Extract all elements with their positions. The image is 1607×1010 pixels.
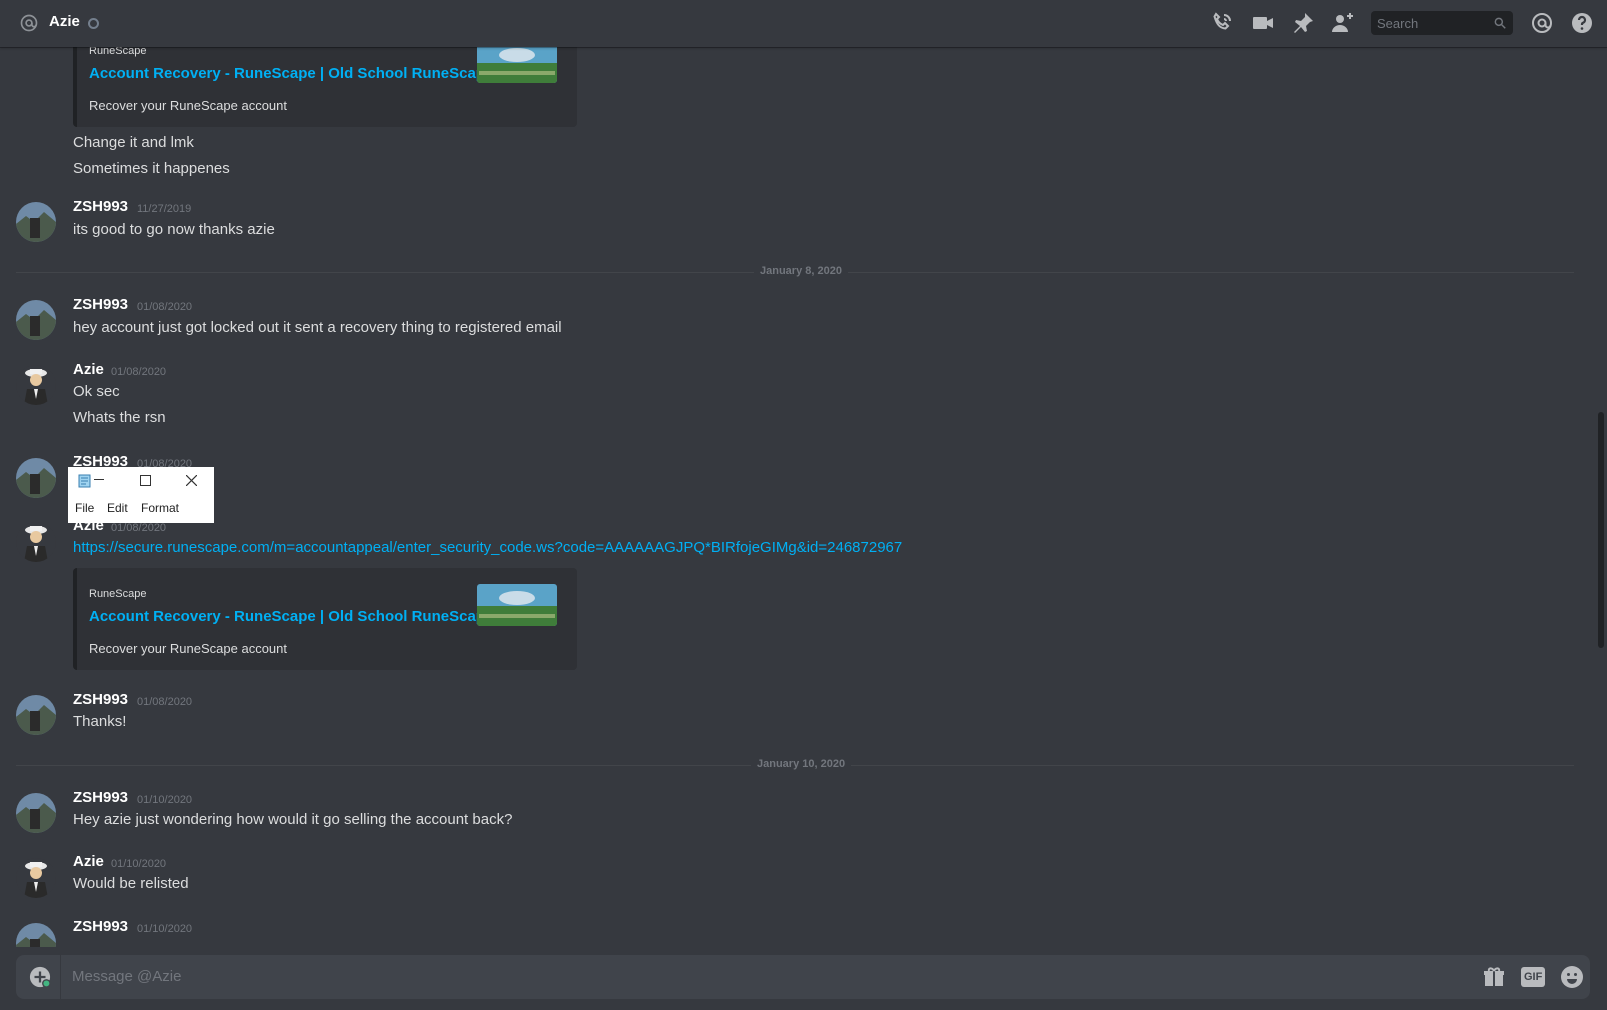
scrollbar-thumb[interactable] [1598,412,1604,648]
username[interactable]: Azie [73,361,104,378]
channel-header: Azie Search [0,0,1607,47]
avatar[interactable] [16,365,56,405]
timestamp: 01/10/2020 [137,923,193,935]
message-text: Whats the rsn [73,409,166,426]
username[interactable]: ZSH993 [73,296,128,313]
avatar[interactable] [16,858,56,898]
search-placeholder: Search [1377,16,1419,31]
embed-description: Recover your RuneScape account [89,98,288,113]
channel-title: Azie [49,13,80,30]
emoji-icon[interactable] [1560,965,1584,989]
message-text: Would be relisted [73,875,189,892]
message-text: Ok sec [73,383,120,400]
gif-button[interactable]: GIF [1521,967,1545,987]
message-text: Sometimes it happenes [73,160,230,177]
avatar[interactable] [16,300,56,340]
message-text: hey account just got locked out it sent … [73,319,562,336]
upload-plus-icon[interactable] [29,966,51,988]
avatar[interactable] [16,923,56,947]
avatar[interactable] [16,522,56,562]
minimize-icon[interactable] [94,479,104,481]
notepad-icon [78,474,91,488]
timestamp: 01/08/2020 [137,696,193,708]
gift-icon[interactable] [1482,965,1506,989]
at-icon [20,14,38,32]
embed-title-link[interactable]: Account Recovery - RuneScape | Old Schoo… [89,65,493,82]
username[interactable]: ZSH993 [73,691,128,708]
message-link[interactable]: https://secure.runescape.com/m=accountap… [73,539,902,556]
pin-icon[interactable] [1291,11,1315,35]
link-embed: RuneScape Account Recovery - RuneScape |… [73,47,577,127]
call-icon[interactable] [1210,11,1234,35]
help-icon[interactable] [1570,11,1594,35]
maximize-icon[interactable] [140,475,151,486]
timestamp: 01/08/2020 [111,366,167,378]
status-icon [88,18,99,29]
link-embed: RuneScape Account Recovery - RuneScape |… [73,568,577,670]
mention-icon[interactable] [1530,11,1554,35]
embed-thumbnail[interactable] [477,47,557,83]
timestamp: 01/10/2020 [111,858,167,870]
menu-file[interactable]: File [75,501,94,515]
username[interactable]: ZSH993 [73,918,128,935]
username[interactable]: Azie [73,853,104,870]
date-divider-label: January 8, 2020 [754,265,848,277]
embed-provider: RuneScape [89,588,147,600]
message-input[interactable]: Message @Azie [72,968,181,985]
message-text: its good to go now thanks azie [73,221,275,238]
close-icon[interactable] [186,475,197,486]
avatar[interactable] [16,793,56,833]
timestamp: 01/08/2020 [111,522,167,534]
timestamp: 01/08/2020 [137,301,193,313]
embed-provider: RuneScape [89,47,147,57]
composer-divider [60,955,61,999]
search-input[interactable]: Search [1371,11,1513,35]
embed-description: Recover your RuneScape account [89,641,288,656]
gif-label: GIF [1524,971,1543,983]
message-list[interactable]: RuneScape Account Recovery - RuneScape |… [0,47,1590,947]
search-icon [1494,17,1506,29]
message-text: Change it and lmk [73,134,194,151]
message-text: Thanks! [73,713,127,730]
video-icon[interactable] [1251,11,1275,35]
username[interactable]: ZSH993 [73,198,128,215]
avatar[interactable] [16,695,56,735]
avatar[interactable] [16,458,56,498]
embed-thumbnail[interactable] [477,584,557,626]
username[interactable]: ZSH993 [73,789,128,806]
menu-edit[interactable]: Edit [107,501,128,515]
add-friend-icon[interactable] [1331,11,1355,35]
menu-format[interactable]: Format [141,501,179,515]
timestamp: 11/27/2019 [137,203,192,215]
message-composer[interactable]: Message @Azie GIF [16,955,1590,999]
notepad-window[interactable]: File Edit Format [68,467,214,523]
date-divider-label: January 10, 2020 [751,758,852,770]
timestamp: 01/10/2020 [137,794,193,806]
avatar[interactable] [16,202,56,242]
message-text: Hey azie just wondering how would it go … [73,811,513,828]
embed-title-link[interactable]: Account Recovery - RuneScape | Old Schoo… [89,608,493,625]
